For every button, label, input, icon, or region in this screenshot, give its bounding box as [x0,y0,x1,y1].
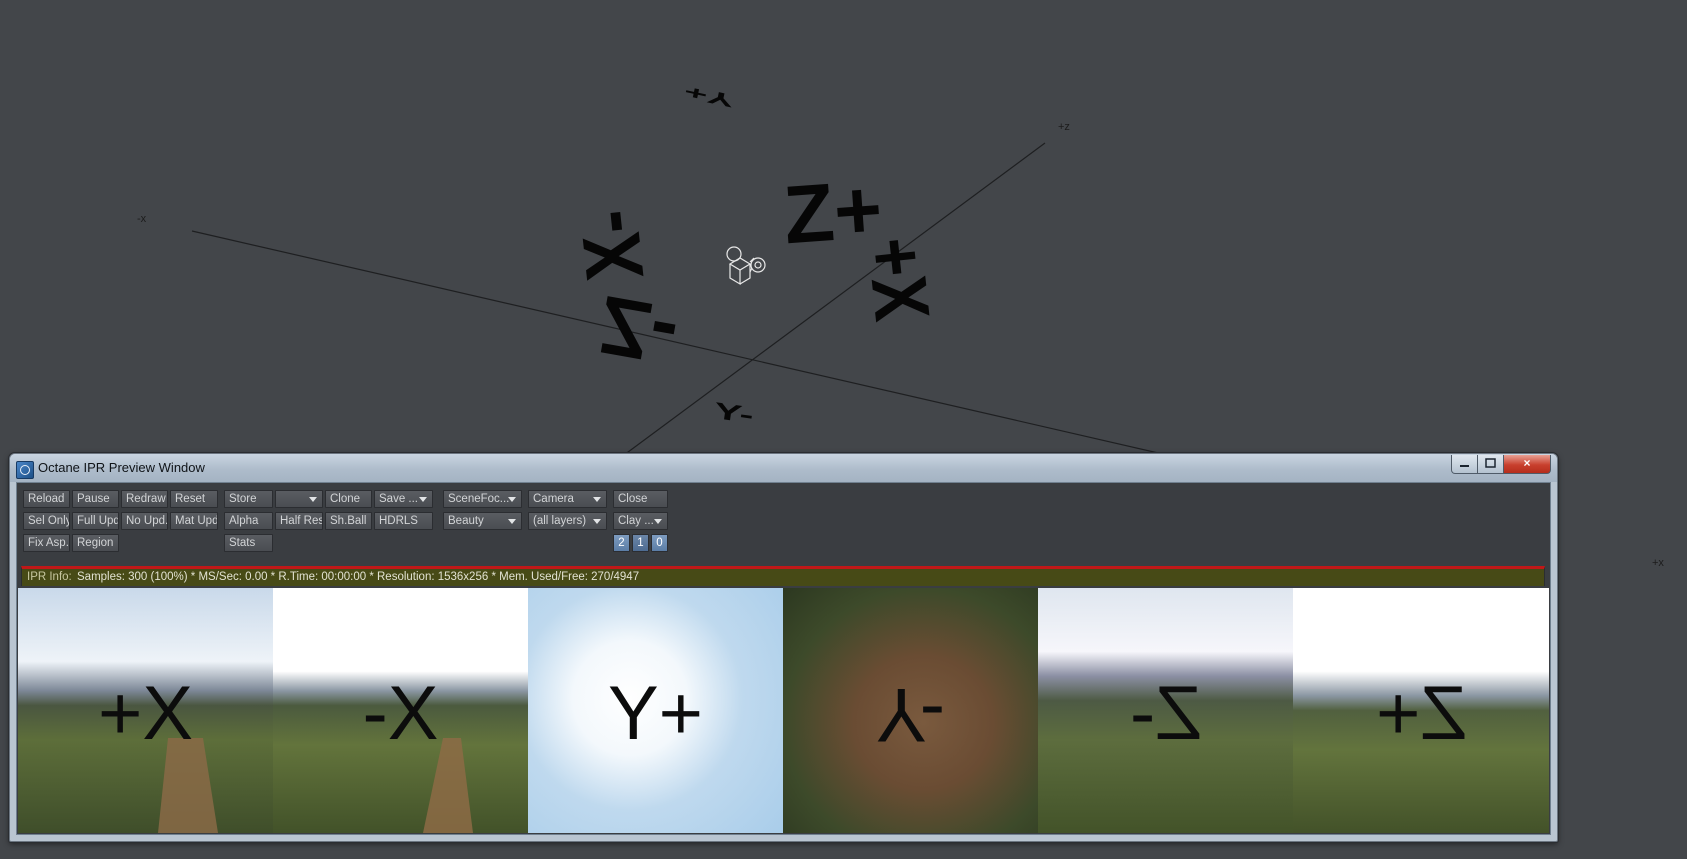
store-slot-dropdown[interactable] [275,490,323,508]
render-preview[interactable]: +X -X Y+ Y- Z- Z+ [18,588,1549,833]
stats-button[interactable]: Stats [224,534,273,552]
render-tile-plus-z: Z+ [1293,588,1549,833]
window-close-button[interactable]: × [1503,455,1551,474]
cube-label-x-plus: X+ [850,233,947,325]
octane-app-icon [16,461,34,479]
close-button[interactable]: Close [613,490,668,508]
tile-label-text: Z+ [1375,671,1467,756]
full-upd-button[interactable]: Full Upd. [72,512,119,530]
tile-label-text: Z- [1129,671,1202,756]
ipr-client-area: Reload Pause Redraw Reset Sel Only Full … [16,482,1551,835]
render-tile-minus-y: Y- [783,588,1038,833]
render-tile-minus-x: -X [273,588,528,833]
layers-dropdown[interactable]: (all layers) [528,512,607,530]
tile-label-text: Y- [875,672,946,757]
axis-label-plus-z: +z [1058,121,1070,133]
tile-label: -X [362,671,439,756]
maximize-button[interactable] [1477,455,1504,474]
axis-label-plus-x: +x [1652,557,1664,569]
minimize-button[interactable] [1451,455,1478,474]
minimize-icon [1460,465,1469,467]
render-tile-minus-z: Z- [1038,588,1293,833]
tile-label: Y+ [607,671,704,756]
half-res-button[interactable]: Half Res [275,512,323,530]
pause-button[interactable]: Pause [72,490,119,508]
close-icon: × [1523,456,1531,470]
redraw-button[interactable]: Redraw [121,490,168,508]
hdrls-button[interactable]: HDRLS [374,512,433,530]
tile-label: Z- [1038,671,1293,756]
tile-label: +X [97,671,194,756]
maximize-icon [1485,458,1496,468]
window-titlebar[interactable]: Octane IPR Preview Window × [10,454,1557,482]
axis-label-minus-x: -x [137,213,147,225]
reset-button[interactable]: Reset [170,490,218,508]
clone-button[interactable]: Clone [325,490,372,508]
fix-aspect-button[interactable]: Fix Asp. [23,534,70,552]
mat-upd-button[interactable]: Mat Upd [170,512,218,530]
scene-focus-dropdown[interactable]: SceneFoc... [443,490,522,508]
octane-ipr-window[interactable]: Octane IPR Preview Window × Reload Pause… [9,453,1558,842]
camera-dropdown[interactable]: Camera [528,490,607,508]
x-axis-line [191,230,1181,459]
sel-only-button[interactable]: Sel Only [23,512,70,530]
tile-label: Y- [783,672,1038,757]
cube-label-z-minus: Z- [592,277,685,382]
ipr-info-bar: IPR Info: Samples: 300 (100%) * MS/Sec: … [21,566,1545,586]
page-button-0[interactable]: 0 [651,534,668,552]
render-tile-plus-y: Y+ [528,588,783,833]
page-button-2[interactable]: 2 [613,534,630,552]
sh-ball-button[interactable]: Sh.Ball [325,512,372,530]
cube-label-y-minus: Y- [712,397,756,429]
store-button[interactable]: Store [224,490,273,508]
camera-icon[interactable] [722,240,774,290]
cube-label-x-minus: X- [563,205,662,285]
page-button-1[interactable]: 1 [632,534,649,552]
render-tile-plus-x: +X [18,588,273,833]
reload-button[interactable]: Reload [23,490,70,508]
save-dropdown[interactable]: Save ... [374,490,433,508]
no-upd-button[interactable]: No Upd. [121,512,168,530]
tile-label: Z+ [1293,671,1549,756]
ipr-info-text: Samples: 300 (100%) * MS/Sec: 0.00 * R.T… [77,571,640,583]
alpha-button[interactable]: Alpha [224,512,273,530]
region-button[interactable]: Region [72,534,119,552]
render-pass-dropdown[interactable]: Beauty [443,512,522,530]
clay-mode-dropdown[interactable]: Clay ... [613,512,668,530]
window-title: Octane IPR Preview Window [38,460,205,475]
ipr-info-label: IPR Info: [27,571,72,583]
